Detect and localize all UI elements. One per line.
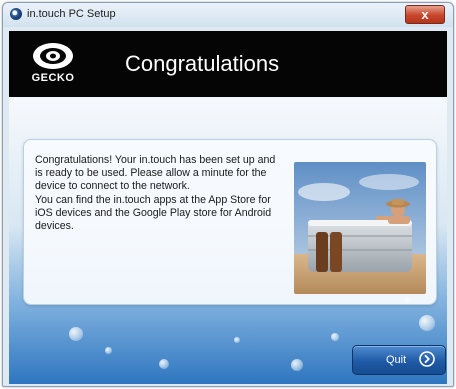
arrow-right-circle-icon [419, 351, 435, 367]
water-bubble [291, 359, 303, 371]
logo-text: GECKO [31, 72, 75, 84]
setup-window: in.touch PC Setup x GECKO Congratulation… [2, 2, 454, 387]
water-bubble [419, 315, 435, 331]
water-bubble [159, 359, 169, 369]
gecko-logo-mark [33, 43, 73, 69]
hot-tub-photo [294, 162, 426, 294]
water-bubble [105, 347, 112, 354]
app-icon [10, 8, 22, 20]
header-banner: GECKO Congratulations [9, 31, 447, 97]
quit-label: Quit [386, 354, 407, 366]
title-bar[interactable]: in.touch PC Setup x [3, 3, 453, 27]
gecko-logo: GECKO [27, 39, 79, 93]
close-icon: x [421, 7, 429, 22]
quit-button[interactable]: Quit [352, 345, 446, 375]
water-bubble [69, 327, 83, 341]
close-button[interactable]: x [405, 5, 445, 24]
page-title: Congratulations [125, 51, 280, 76]
water-bubble [234, 337, 240, 343]
message-panel: Congratulations! Your in.touch has been … [23, 139, 437, 305]
water-bubble [331, 333, 339, 341]
content-area: Congratulations! Your in.touch has been … [9, 97, 447, 384]
window-title: in.touch PC Setup [27, 8, 116, 20]
message-paragraph-1: Congratulations! Your in.touch has been … [35, 154, 276, 193]
message-paragraph-2: You can find the in.touch apps at the Ap… [35, 193, 272, 233]
message-text: Congratulations! Your in.touch has been … [35, 154, 281, 233]
